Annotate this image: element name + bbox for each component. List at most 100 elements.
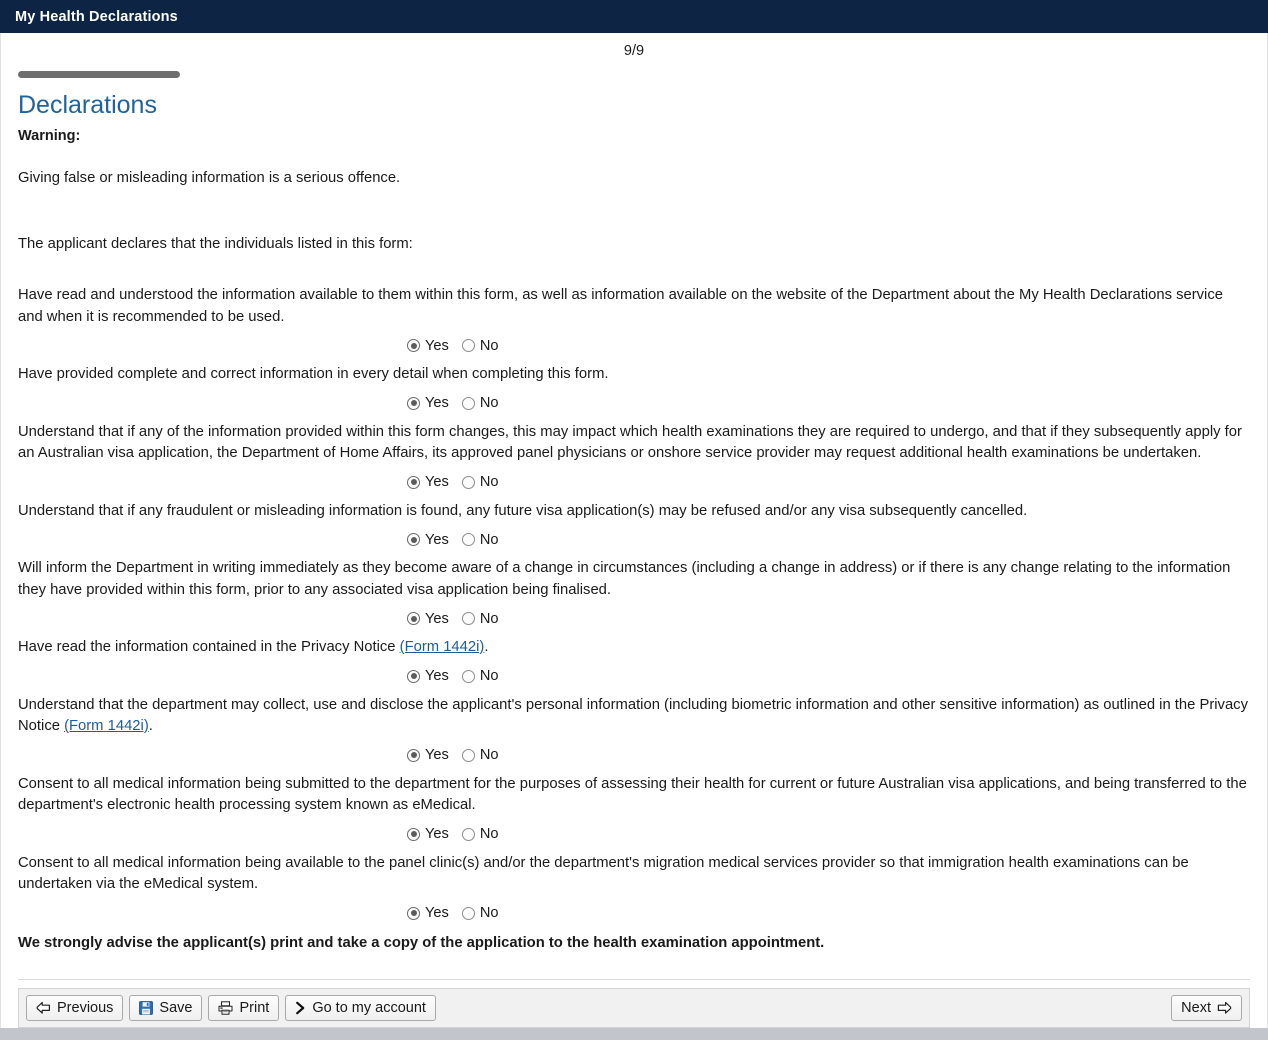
previous-button[interactable]: Previous — [26, 995, 124, 1021]
privacy-notice-link[interactable]: (Form 1442i) — [64, 718, 149, 734]
radio-yes-indicator[interactable] — [407, 533, 420, 546]
radio-no-indicator[interactable] — [461, 396, 475, 410]
radio-yes[interactable]: Yes — [407, 338, 449, 354]
radio-no-label: No — [479, 747, 499, 763]
save-button-label: Save — [159, 999, 193, 1016]
declarations-intro: The applicant declares that the individu… — [18, 236, 413, 252]
declaration-item: Consent to all medical information being… — [18, 853, 1250, 896]
radio-no-label: No — [479, 395, 499, 411]
toolbar-separator — [18, 979, 1250, 980]
declaration-answer-group[interactable]: Yes No — [18, 666, 1250, 687]
radio-yes-indicator[interactable] — [407, 669, 420, 683]
declaration-text: Have read the information contained in t… — [18, 637, 1250, 659]
radio-no-label: No — [479, 531, 499, 548]
radio-yes-indicator[interactable] — [407, 906, 420, 920]
declaration-text-after: . — [148, 718, 153, 734]
radio-yes-label: Yes — [425, 747, 449, 763]
radio-no[interactable]: No — [461, 338, 498, 354]
radio-no-indicator[interactable] — [461, 339, 475, 352]
go-to-my-account-button[interactable]: Go to my account — [285, 995, 436, 1021]
window-bottom-strip — [0, 1028, 1268, 1040]
print-advice-text: We strongly advise the applicant(s) prin… — [18, 934, 825, 951]
declaration-answer-group[interactable]: Yes No — [18, 824, 1250, 845]
progress-bar — [18, 71, 180, 78]
radio-no[interactable]: No — [461, 610, 499, 627]
radio-yes[interactable]: Yes — [407, 905, 449, 921]
arrow-right-outline-icon — [1217, 1001, 1232, 1015]
toolbar-wrap: Previous Save Print Go to my account Nex… — [1, 971, 1267, 1028]
radio-no[interactable]: No — [461, 474, 499, 490]
print-button[interactable]: Print — [208, 995, 280, 1021]
declaration-text: Have provided complete and correct infor… — [18, 366, 609, 382]
declaration-answer-group[interactable]: Yes No — [18, 903, 1250, 924]
declaration-answer-group[interactable]: Yes No — [18, 745, 1250, 766]
radio-no-indicator[interactable] — [461, 612, 475, 625]
printer-icon — [218, 1001, 233, 1015]
declaration-item: Consent to all medical information being… — [18, 774, 1250, 817]
radio-no-indicator[interactable] — [461, 475, 475, 489]
radio-no[interactable]: No — [461, 747, 499, 763]
radio-no-indicator[interactable] — [461, 906, 475, 920]
radio-yes[interactable]: Yes — [407, 395, 449, 411]
warning-label: Warning: — [18, 128, 81, 144]
radio-no-indicator[interactable] — [461, 669, 475, 683]
radio-no[interactable]: No — [461, 531, 499, 548]
radio-yes[interactable]: Yes — [407, 474, 449, 490]
declaration-answer-group[interactable]: Yes No — [18, 472, 1250, 493]
declaration-text-after: . — [484, 639, 489, 655]
privacy-notice-link[interactable]: (Form 1442i) — [400, 639, 485, 655]
radio-yes-indicator[interactable] — [407, 396, 420, 410]
declaration-text: Consent to all medical information being… — [18, 775, 1247, 814]
declaration-text: Will inform the Department in writing im… — [18, 560, 1231, 598]
radio-yes-indicator[interactable] — [407, 475, 420, 489]
floppy-disk-icon — [139, 1001, 154, 1015]
toolbar-left-group: Previous Save Print Go to my account — [26, 995, 436, 1021]
next-button[interactable]: Next — [1171, 995, 1242, 1021]
page-frame: 9/9 Declarations Warning: Giving false o… — [0, 33, 1268, 1028]
radio-yes-label: Yes — [425, 826, 449, 842]
page-counter: 9/9 — [623, 43, 645, 59]
declaration-answer-group[interactable]: Yes No — [18, 529, 1250, 550]
radio-yes[interactable]: Yes — [407, 611, 449, 627]
app-window: My Health Declarations 9/9 Declarations … — [0, 0, 1268, 1040]
declaration-answer-group[interactable]: Yes No — [18, 335, 1250, 356]
declaration-item: Have read and understood the information… — [18, 285, 1250, 328]
radio-yes-indicator[interactable] — [407, 748, 420, 762]
declaration-answer-group[interactable]: Yes No — [18, 608, 1250, 629]
radio-yes-label: Yes — [425, 337, 449, 354]
radio-yes-indicator[interactable] — [407, 339, 420, 352]
radio-yes[interactable]: Yes — [407, 532, 449, 548]
radio-no-label: No — [479, 474, 499, 490]
radio-no[interactable]: No — [461, 826, 499, 842]
declaration-text-before: Have read the information contained in t… — [18, 639, 400, 655]
radio-no[interactable]: No — [461, 395, 499, 411]
radio-no-indicator[interactable] — [461, 827, 475, 841]
declaration-item: Will inform the Department in writing im… — [18, 558, 1250, 601]
radio-yes[interactable]: Yes — [407, 747, 449, 763]
radio-yes-indicator[interactable] — [407, 612, 420, 625]
radio-no[interactable]: No — [461, 905, 499, 921]
window-titlebar: My Health Declarations — [0, 0, 1268, 33]
toolbar-right-group: Next — [1171, 995, 1242, 1021]
radio-no-label: No — [479, 905, 499, 921]
previous-button-label: Previous — [57, 999, 114, 1016]
radio-yes-indicator[interactable] — [407, 827, 420, 841]
radio-yes-label: Yes — [425, 905, 449, 921]
page-title: Declarations — [18, 91, 157, 119]
next-button-label: Next — [1181, 999, 1211, 1016]
declaration-answer-group[interactable]: Yes No — [18, 393, 1250, 414]
radio-no[interactable]: No — [461, 668, 499, 684]
radio-no-indicator[interactable] — [461, 533, 475, 546]
radio-no-label: No — [479, 610, 499, 627]
chevron-right-icon — [295, 1001, 306, 1015]
radio-yes[interactable]: Yes — [407, 668, 449, 684]
save-button[interactable]: Save — [129, 995, 203, 1021]
radio-no-label: No — [479, 668, 499, 684]
radio-no-label: No — [479, 826, 499, 842]
radio-yes-label: Yes — [425, 474, 449, 490]
radio-yes[interactable]: Yes — [407, 826, 449, 842]
declaration-item: Have provided complete and correct infor… — [18, 364, 1250, 386]
declaration-text: Understand that the department may colle… — [18, 695, 1250, 738]
declaration-text: Have read and understood the information… — [18, 287, 1223, 325]
radio-no-indicator[interactable] — [461, 748, 475, 762]
